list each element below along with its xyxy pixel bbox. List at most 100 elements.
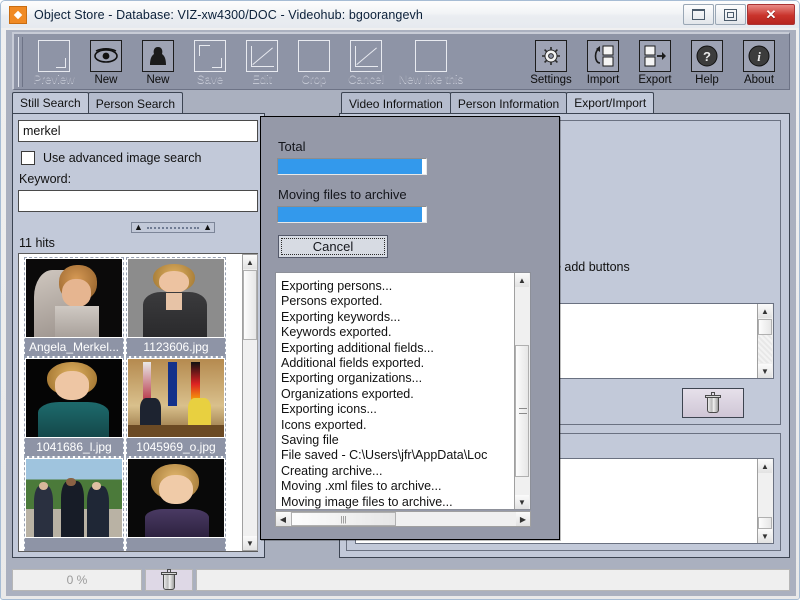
file-list-scrollbar[interactable]: ▲ ▼ bbox=[757, 459, 773, 543]
thumbnail-item[interactable] bbox=[126, 457, 226, 551]
toolbar-button-new-still[interactable]: New bbox=[80, 36, 132, 87]
thumbnail-scrollbar[interactable]: ▲ ▼ bbox=[242, 254, 258, 551]
thumbnail-item[interactable]: 1123606.jpg bbox=[126, 257, 226, 357]
thumbnail-item[interactable]: 1041686_l.jpg bbox=[24, 357, 124, 457]
toolbar-label: Preview bbox=[33, 74, 75, 86]
scroll-down-button[interactable]: ▼ bbox=[758, 529, 772, 543]
export-log-box[interactable]: Exporting persons... Persons exported. Exp… bbox=[275, 272, 531, 510]
log-line: Moving .xml files to archive... bbox=[281, 479, 442, 494]
toolbar-left-group: Preview New New Save Edit Crop Cancel Ne… bbox=[28, 36, 470, 87]
toolbar-button-about[interactable]: i About bbox=[733, 36, 785, 87]
toolbar-label: Edit bbox=[252, 74, 272, 86]
tab-video-information[interactable]: Video Information bbox=[341, 92, 451, 114]
minimize-button[interactable] bbox=[683, 4, 714, 25]
log-line: Exporting keywords... bbox=[281, 309, 401, 324]
hits-count-label: 11 hits bbox=[19, 236, 55, 250]
thumbnail-item[interactable]: Angela_Merkel... bbox=[24, 257, 124, 357]
toolbar-label: Export bbox=[638, 74, 672, 86]
log-line: Additional fields exported. bbox=[281, 356, 425, 371]
export-list-scrollbar[interactable]: ▲ ▼ bbox=[757, 304, 773, 378]
thumbnail-image bbox=[26, 359, 122, 437]
chevron-up-icon-right: ▲ bbox=[203, 222, 212, 232]
scroll-down-button[interactable]: ▼ bbox=[243, 536, 257, 550]
splitter-dots bbox=[146, 226, 200, 229]
toolbar-button-settings[interactable]: Settings bbox=[525, 36, 577, 87]
tab-person-search[interactable]: Person Search bbox=[87, 92, 184, 114]
cancel-button[interactable]: Cancel bbox=[278, 235, 388, 258]
step-progress-bar bbox=[277, 206, 427, 223]
total-progress-fill bbox=[278, 159, 422, 174]
scrollbar-thumb[interactable] bbox=[758, 319, 772, 335]
scrollbar-thumb[interactable]: ||| bbox=[291, 512, 396, 526]
restore-button[interactable] bbox=[715, 4, 746, 25]
svg-text:i: i bbox=[757, 49, 761, 64]
search-input[interactable] bbox=[18, 120, 258, 142]
scroll-left-button[interactable]: ◀ bbox=[276, 512, 290, 526]
log-line: Moving image files to archive... bbox=[281, 494, 453, 509]
scrollbar-thumb[interactable] bbox=[243, 270, 257, 340]
scroll-up-button[interactable]: ▲ bbox=[515, 273, 529, 287]
keyword-input[interactable] bbox=[18, 190, 258, 212]
main-toolbar: Preview New New Save Edit Crop Cancel Ne… bbox=[12, 32, 790, 90]
scroll-down-button[interactable]: ▼ bbox=[758, 364, 772, 378]
thumbnail-grid[interactable]: Angela_Merkel... 1123606.jpg 1041686_l.j… bbox=[18, 253, 258, 552]
toolbar-button-import[interactable]: Import bbox=[577, 36, 629, 87]
toolbar-label: Import bbox=[586, 74, 620, 86]
application-window: Object Store - Database: VIZ-xw4300/DOC … bbox=[0, 0, 800, 600]
scroll-up-button[interactable]: ▲ bbox=[243, 255, 257, 269]
status-message bbox=[196, 569, 790, 591]
thumbnail-caption: 1123606.jpg bbox=[127, 338, 225, 356]
tab-person-information[interactable]: Person Information bbox=[449, 92, 568, 114]
thumbnail-item[interactable] bbox=[24, 457, 124, 551]
trash-icon bbox=[160, 569, 178, 591]
tab-label: Person Information bbox=[457, 96, 560, 111]
tab-label: Video Information bbox=[349, 96, 443, 111]
about-icon: i bbox=[743, 40, 775, 72]
log-vertical-scrollbar[interactable]: ▲ ▼ bbox=[514, 273, 530, 509]
panel-splitter[interactable]: ▲ ▲ bbox=[131, 222, 215, 233]
log-line: Creating archive... bbox=[281, 463, 383, 478]
scroll-up-button[interactable]: ▲ bbox=[758, 459, 772, 473]
cancel-button-label: Cancel bbox=[312, 239, 354, 254]
export-progress-dialog: Total Moving files to archive Cancel Exp… bbox=[260, 116, 560, 540]
person-icon bbox=[142, 40, 174, 72]
toolbar-button-crop[interactable]: Crop bbox=[288, 36, 340, 87]
tab-still-search[interactable]: Still Search bbox=[12, 92, 89, 114]
toolbar-button-export[interactable]: Export bbox=[629, 36, 681, 87]
export-delete-button[interactable] bbox=[682, 388, 744, 418]
thumbnail-image bbox=[26, 259, 122, 337]
scroll-right-button[interactable]: ▶ bbox=[516, 512, 530, 526]
close-button[interactable]: ✕ bbox=[747, 4, 795, 25]
save-icon bbox=[194, 40, 226, 72]
scroll-up-button[interactable]: ▲ bbox=[758, 304, 772, 318]
toolbar-button-new-person[interactable]: New bbox=[132, 36, 184, 87]
advanced-search-checkbox[interactable] bbox=[21, 151, 35, 165]
toolbar-button-new-like-this[interactable]: New like this bbox=[392, 36, 470, 87]
advanced-search-row[interactable]: Use advanced image search bbox=[21, 151, 201, 165]
scrollbar-thumb[interactable] bbox=[515, 345, 529, 477]
toolbar-button-save[interactable]: Save bbox=[184, 36, 236, 87]
toolbar-label: Cancel bbox=[348, 74, 384, 86]
tab-export-import[interactable]: Export/Import bbox=[566, 92, 655, 114]
toolbar-button-preview[interactable]: Preview bbox=[28, 36, 80, 87]
thumbnail-image bbox=[128, 259, 224, 337]
thumbnail-item[interactable]: 1045969_o.jpg bbox=[126, 357, 226, 457]
step-progress-fill bbox=[278, 207, 422, 222]
scroll-down-button[interactable]: ▼ bbox=[515, 495, 529, 509]
toolbar-label: Help bbox=[695, 74, 719, 86]
window-controls: ✕ bbox=[683, 4, 795, 25]
total-progress-label: Total bbox=[278, 139, 306, 154]
toolbar-button-edit[interactable]: Edit bbox=[236, 36, 288, 87]
log-line: Exporting icons... bbox=[281, 402, 377, 417]
minimize-icon bbox=[692, 9, 705, 20]
toolbar-button-cancel[interactable]: Cancel bbox=[340, 36, 392, 87]
scrollbar-thumb[interactable] bbox=[758, 517, 772, 529]
scrollbar-track[interactable] bbox=[758, 335, 772, 363]
toolbar-grip[interactable] bbox=[18, 37, 23, 87]
status-trash-button[interactable] bbox=[145, 569, 193, 591]
export-icon bbox=[639, 40, 671, 72]
log-horizontal-scrollbar[interactable]: ◀ ||| ▶ bbox=[275, 511, 531, 527]
log-line-list: Exporting persons... Persons exported. Exp… bbox=[276, 279, 512, 509]
toolbar-button-help[interactable]: ? Help bbox=[681, 36, 733, 87]
eye-icon bbox=[90, 40, 122, 72]
